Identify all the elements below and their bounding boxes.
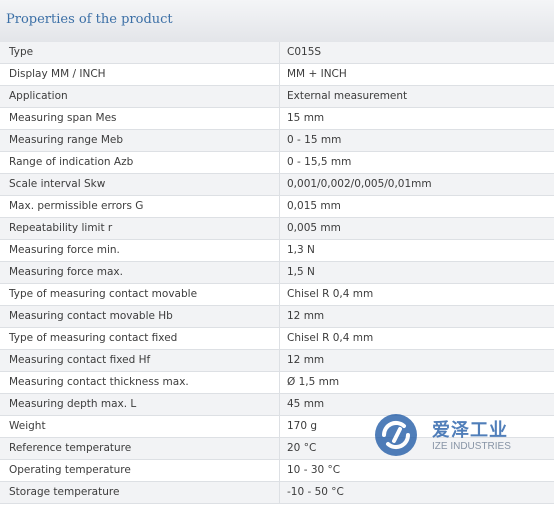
property-label: Weight [9, 420, 46, 432]
column-divider [279, 482, 280, 503]
table-row: Max. permissible errors G 0,015 mm [0, 196, 554, 218]
column-divider [279, 416, 280, 437]
section-title: Properties of the product [6, 12, 173, 27]
property-label: Max. permissible errors G [9, 200, 144, 212]
property-label: Measuring contact movable Hb [9, 310, 173, 322]
property-label: Repeatability limit r [9, 222, 113, 234]
property-value: 20 °C [287, 442, 317, 454]
property-label: Range of indication Azb [9, 156, 134, 168]
table-row: Display MM / INCH MM + INCH [0, 64, 554, 86]
table-row: Storage temperature -10 - 50 °C [0, 482, 554, 504]
property-value: 0,001/0,002/0,005/0,01mm [287, 178, 432, 190]
column-divider [279, 306, 280, 327]
property-label: Application [9, 90, 68, 102]
property-value: 1,3 N [287, 244, 315, 256]
column-divider [279, 42, 280, 63]
column-divider [279, 372, 280, 393]
table-row: Repeatability limit r 0,005 mm [0, 218, 554, 240]
table-row: Measuring contact fixed Hf 12 mm [0, 350, 554, 372]
column-divider [279, 328, 280, 349]
table-row: Reference temperature 20 °C [0, 438, 554, 460]
column-divider [279, 262, 280, 283]
property-label: Measuring contact fixed Hf [9, 354, 151, 366]
property-value: -10 - 50 °C [287, 486, 344, 498]
column-divider [279, 350, 280, 371]
property-label: Type of measuring contact fixed [9, 332, 178, 344]
property-value: 0 - 15,5 mm [287, 156, 352, 168]
table-row: Type of measuring contact fixed Chisel R … [0, 328, 554, 350]
property-label: Storage temperature [9, 486, 120, 498]
table-row: Measuring force max. 1,5 N [0, 262, 554, 284]
property-value: External measurement [287, 90, 408, 102]
property-label: Measuring force max. [9, 266, 123, 278]
property-label: Type of measuring contact movable [9, 288, 198, 300]
property-value: 0,005 mm [287, 222, 341, 234]
table-row: Range of indication Azb 0 - 15,5 mm [0, 152, 554, 174]
column-divider [279, 438, 280, 459]
table-row: Measuring range Meb 0 - 15 mm [0, 130, 554, 152]
table-row: Weight 170 g [0, 416, 554, 438]
column-divider [279, 152, 280, 173]
product-properties-table: Type C015S Display MM / INCH MM + INCH Appli… [0, 42, 554, 504]
table-row: Measuring contact thickness max. Ø 1,5 mm [0, 372, 554, 394]
property-label: Measuring depth max. L [9, 398, 137, 410]
property-value: Chisel R 0,4 mm [287, 288, 374, 300]
property-label: Type [9, 46, 34, 58]
column-divider [279, 174, 280, 195]
section-header: Properties of the product [0, 0, 554, 43]
column-divider [279, 130, 280, 151]
column-divider [279, 196, 280, 217]
property-label: Measuring force min. [9, 244, 120, 256]
property-value: C015S [287, 46, 322, 58]
property-value: MM + INCH [287, 68, 347, 80]
column-divider [279, 394, 280, 415]
column-divider [279, 64, 280, 85]
property-label: Measuring range Meb [9, 134, 124, 146]
property-label: Measuring contact thickness max. [9, 376, 189, 388]
property-label: Scale interval Skw [9, 178, 106, 190]
property-value: Ø 1,5 mm [287, 376, 340, 388]
table-row: Type of measuring contact movable Chisel … [0, 284, 554, 306]
property-label: Display MM / INCH [9, 68, 106, 80]
property-value: 170 g [287, 420, 318, 432]
table-row: Scale interval Skw 0,001/0,002/0,005/0,01… [0, 174, 554, 196]
table-row: Type C015S [0, 42, 554, 64]
table-row: Measuring contact movable Hb 12 mm [0, 306, 554, 328]
table-row: Measuring span Mes 15 mm [0, 108, 554, 130]
property-value: 10 - 30 °C [287, 464, 341, 476]
property-value: 45 mm [287, 398, 325, 410]
property-value: 1,5 N [287, 266, 315, 278]
property-value: 12 mm [287, 354, 325, 366]
table-row: Measuring force min. 1,3 N [0, 240, 554, 262]
property-value: 15 mm [287, 112, 325, 124]
column-divider [279, 108, 280, 129]
table-row: Measuring depth max. L 45 mm [0, 394, 554, 416]
property-label: Reference temperature [9, 442, 132, 454]
column-divider [279, 86, 280, 107]
property-value: Chisel R 0,4 mm [287, 332, 374, 344]
table-row: Application External measurement [0, 86, 554, 108]
column-divider [279, 218, 280, 239]
column-divider [279, 460, 280, 481]
column-divider [279, 240, 280, 261]
table-row: Operating temperature 10 - 30 °C [0, 460, 554, 482]
property-label: Measuring span Mes [9, 112, 117, 124]
column-divider [279, 284, 280, 305]
property-value: 12 mm [287, 310, 325, 322]
property-label: Operating temperature [9, 464, 131, 476]
property-value: 0 - 15 mm [287, 134, 342, 146]
property-value: 0,015 mm [287, 200, 341, 212]
